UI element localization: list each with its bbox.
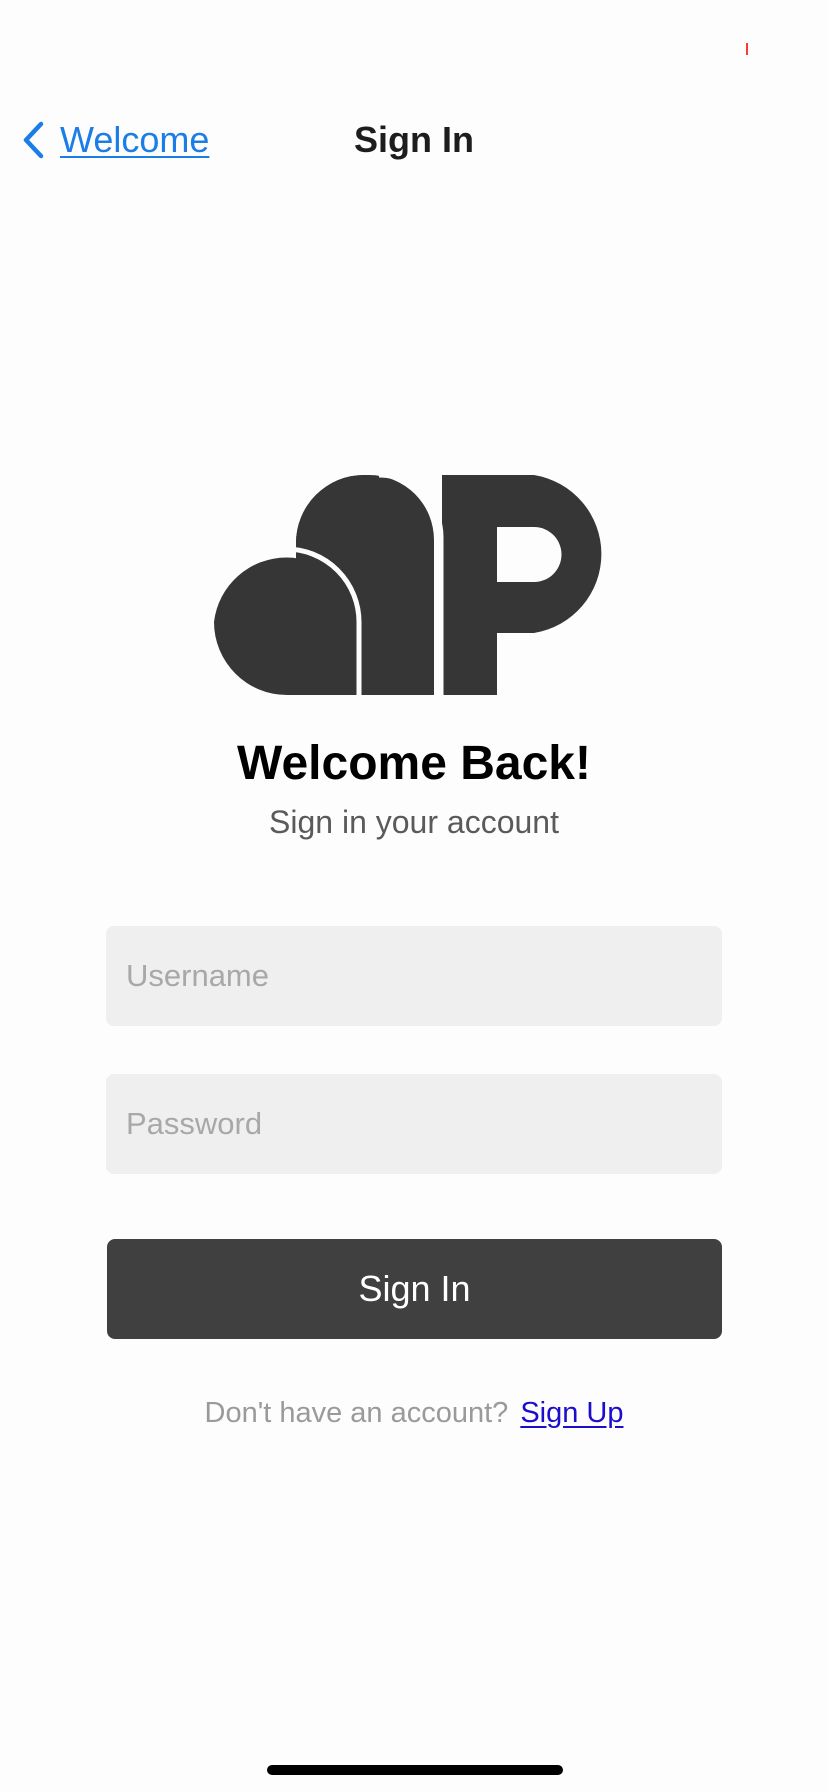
sign-in-button[interactable]: Sign In <box>107 1239 722 1339</box>
sign-in-button-label: Sign In <box>358 1268 471 1309</box>
signup-prompt-row: Don't have an account? Sign Up <box>0 1397 828 1430</box>
status-indicator <box>746 43 748 55</box>
navigation-bar: Welcome Sign In <box>0 110 828 170</box>
home-indicator <box>267 1765 563 1775</box>
username-input[interactable] <box>106 926 722 1026</box>
welcome-subtitle: Sign in your account <box>269 804 559 840</box>
signup-prompt-text: Don't have an account? <box>204 1397 509 1429</box>
sign-up-link[interactable]: Sign Up <box>520 1397 623 1430</box>
app-logo <box>214 472 614 695</box>
page-title: Sign In <box>354 119 474 160</box>
welcome-heading: Welcome Back! <box>237 737 591 790</box>
password-input[interactable] <box>106 1074 722 1174</box>
